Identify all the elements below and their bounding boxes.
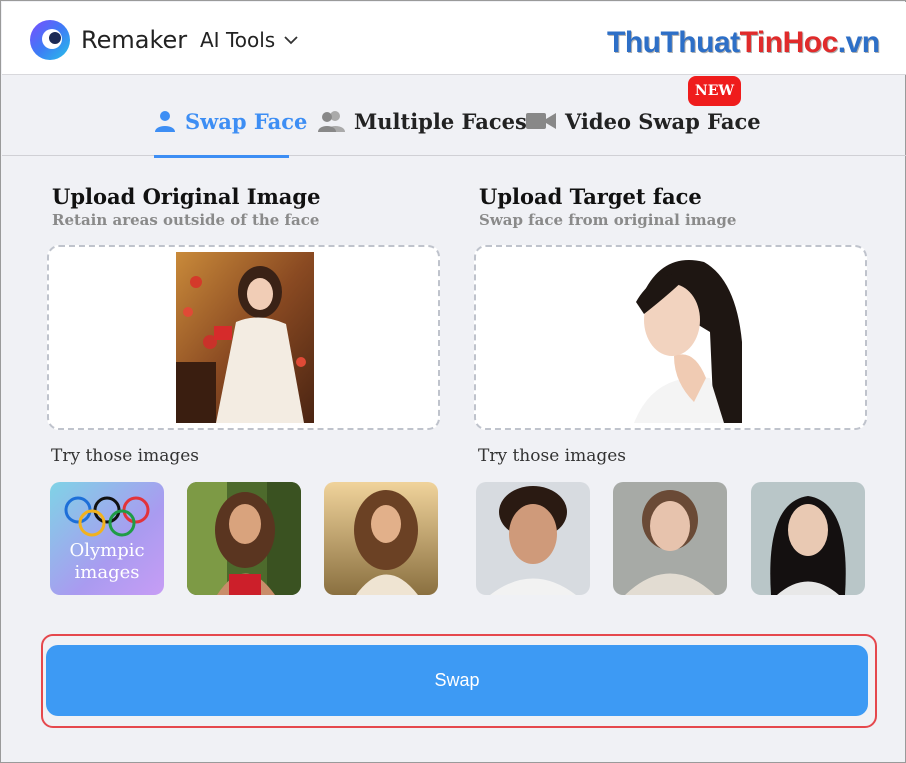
app-frame: Remaker AI Tools ThuThuatTinHoc.vn Swap …: [0, 0, 906, 763]
video-camera-icon: [526, 113, 556, 129]
sample-olympic-images[interactable]: Olympic images: [50, 482, 164, 595]
target-try-label: Try those images: [478, 446, 627, 466]
sample-woman-sweater[interactable]: [613, 482, 727, 595]
tab-swap-face[interactable]: Swap Face: [153, 106, 307, 136]
olympic-label-line2: images: [74, 562, 140, 583]
sample-photo: [751, 482, 865, 595]
ai-tools-label: AI Tools: [200, 28, 276, 52]
sample-photo: [476, 482, 590, 595]
tab-video-swap-face[interactable]: Video Swap Face: [525, 106, 761, 136]
watermark-part2: TinHoc: [739, 26, 839, 59]
sample-photo: [187, 482, 301, 595]
top-header: Remaker AI Tools ThuThuatTinHoc.vn: [2, 2, 906, 75]
active-tab-indicator: [154, 155, 289, 158]
tab-multiple-faces[interactable]: Multiple Faces: [318, 106, 527, 136]
original-subtitle: Retain areas outside of the face: [52, 211, 320, 229]
mode-tabs: Swap Face Multiple Faces Video Swap Face…: [2, 76, 906, 158]
sample-photo: [613, 482, 727, 595]
target-title: Upload Target face: [479, 184, 702, 209]
brand-name[interactable]: Remaker: [81, 26, 187, 54]
sample-man-curly-hair[interactable]: [476, 482, 590, 595]
watermark-part3: .vn: [837, 26, 880, 59]
target-image-preview: [614, 252, 746, 423]
olympic-rings-icon: [64, 496, 150, 537]
olympic-label: Olympic images: [50, 540, 164, 584]
sample-photo: [324, 482, 438, 595]
watermark-part1: ThuThuat: [607, 26, 740, 59]
chevron-down-icon: [284, 36, 298, 45]
sample-woman-sunset[interactable]: [324, 482, 438, 595]
tab-label: Video Swap Face: [565, 108, 761, 134]
ai-tools-menu[interactable]: AI Tools: [200, 28, 299, 52]
original-try-label: Try those images: [51, 446, 200, 466]
new-badge: NEW: [688, 76, 741, 106]
remaker-logo-icon[interactable]: [28, 18, 72, 62]
original-dropzone[interactable]: [47, 245, 440, 430]
original-title: Upload Original Image: [52, 184, 321, 209]
target-subtitle: Swap face from original image: [479, 211, 737, 229]
watermark: ThuThuatTinHoc.vn: [607, 26, 880, 60]
users-icon: [318, 111, 345, 132]
target-dropzone[interactable]: [474, 245, 867, 430]
tab-label: Multiple Faces: [354, 108, 527, 134]
sample-woman-dark-hair[interactable]: [751, 482, 865, 595]
tab-label: Swap Face: [185, 108, 308, 134]
original-image-preview: [176, 252, 314, 423]
olympic-label-line1: Olympic: [69, 540, 145, 561]
swap-button[interactable]: Swap: [46, 645, 868, 716]
sample-woman-red-dress[interactable]: [187, 482, 301, 595]
user-icon: [155, 111, 175, 132]
